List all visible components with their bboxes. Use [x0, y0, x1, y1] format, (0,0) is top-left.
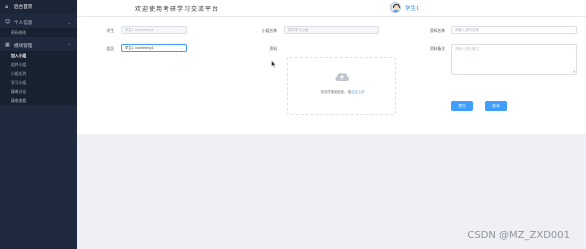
chevron-down-icon: ⌄	[180, 28, 183, 32]
cloud-upload-icon	[335, 73, 350, 81]
remark-placeholder: 请输入资料备注	[455, 47, 479, 51]
sidebar-item-study-group[interactable]: 学习小组	[0, 78, 77, 87]
remark-label: 资料备注	[429, 46, 445, 51]
sidebar-group-modules[interactable]: ▦ 模块管理 ⌃	[0, 40, 77, 51]
chevron-down-icon: ⌄	[180, 46, 183, 50]
group-member-select-value: 学生1 xuesheng1	[125, 46, 154, 50]
topbar: 欢迎使用考研学习交流平台 学生1	[77, 0, 586, 17]
grid-icon: ▦	[5, 42, 10, 48]
sidebar-item-view-discussion[interactable]: 疑难查看	[0, 96, 77, 105]
group-member-select[interactable]: 学生1 xuesheng1 ⌄	[121, 44, 187, 52]
material-label: 资料	[269, 46, 277, 51]
avatar-body	[392, 10, 400, 12]
page-title: 欢迎使用考研学习交流平台	[135, 6, 220, 13]
upload-link[interactable]: 点击上传	[351, 90, 365, 94]
resize-grip-icon[interactable]: ◢	[573, 69, 575, 73]
sidebar-item-group-leaders[interactable]: 小组长列	[0, 69, 77, 78]
sidebar-sublist-personal: 密码修改	[0, 28, 77, 37]
remark-textarea[interactable]: 请输入资料备注 ◢	[451, 44, 577, 75]
student-select-value: 学生1 xuesheng1	[125, 28, 154, 32]
sidebar-item-create-group[interactable]: 组件小组	[0, 60, 77, 69]
submit-button[interactable]: 提交	[451, 101, 473, 111]
username[interactable]: 学生1	[405, 4, 420, 12]
sidebar-group-personal[interactable]: ☺ 个人信息 ⌄	[0, 17, 77, 28]
student-label: 学生	[106, 28, 114, 33]
upload-hint: 将文件拖到此处，或	[320, 90, 351, 94]
group-member-label: 组员	[106, 46, 114, 51]
form-card: 学生 学生1 xuesheng1 ⌄ 小组名称 数学学习小组 资料名称 请输入资…	[77, 17, 586, 134]
student-select[interactable]: 学生1 xuesheng1 ⌄	[121, 26, 187, 34]
group-name-label: 小组名称	[261, 28, 277, 33]
sidebar: ⌂ 后台首页 ☺ 个人信息 ⌄ 密码修改 ▦ 模块管理 ⌃ 加入小组 组件小组 …	[0, 0, 77, 249]
material-name-input[interactable]: 请输入资料名称	[451, 26, 577, 34]
sidebar-item-discussion[interactable]: 疑难讨论	[0, 87, 77, 96]
sidebar-item-join-group[interactable]: 加入小组	[0, 51, 77, 60]
watermark: CSDN @MZ_ZXD001	[467, 230, 570, 241]
main-content: 学生 学生1 xuesheng1 ⌄ 小组名称 数学学习小组 资料名称 请输入资…	[77, 17, 586, 249]
material-name-label: 资料名称	[429, 28, 445, 33]
avatar-face	[393, 4, 399, 10]
avatar[interactable]	[390, 2, 401, 13]
sidebar-home[interactable]: ⌂ 后台首页	[0, 0, 77, 14]
sidebar-home-label: 后台首页	[14, 5, 33, 10]
upload-dropzone[interactable]: 将文件拖到此处，或点击上传	[287, 57, 396, 115]
sidebar-group-label: 个人信息	[14, 20, 33, 26]
chevron-icon: ⌄	[67, 20, 71, 25]
sidebar-item-password[interactable]: 密码修改	[0, 28, 77, 37]
sidebar-sublist-modules: 加入小组 组件小组 小组长列 学习小组 疑难讨论 疑难查看	[0, 51, 77, 105]
cancel-button[interactable]: 取消	[485, 101, 507, 111]
group-name-input[interactable]: 数学学习小组	[284, 26, 379, 34]
chevron-icon: ⌃	[67, 43, 71, 48]
home-icon: ⌂	[5, 3, 9, 10]
sidebar-group-label: 模块管理	[14, 43, 33, 49]
mouse-cursor-icon	[271, 60, 277, 68]
user-icon: ☺	[5, 19, 11, 25]
upload-text: 将文件拖到此处，或点击上传	[288, 89, 397, 94]
